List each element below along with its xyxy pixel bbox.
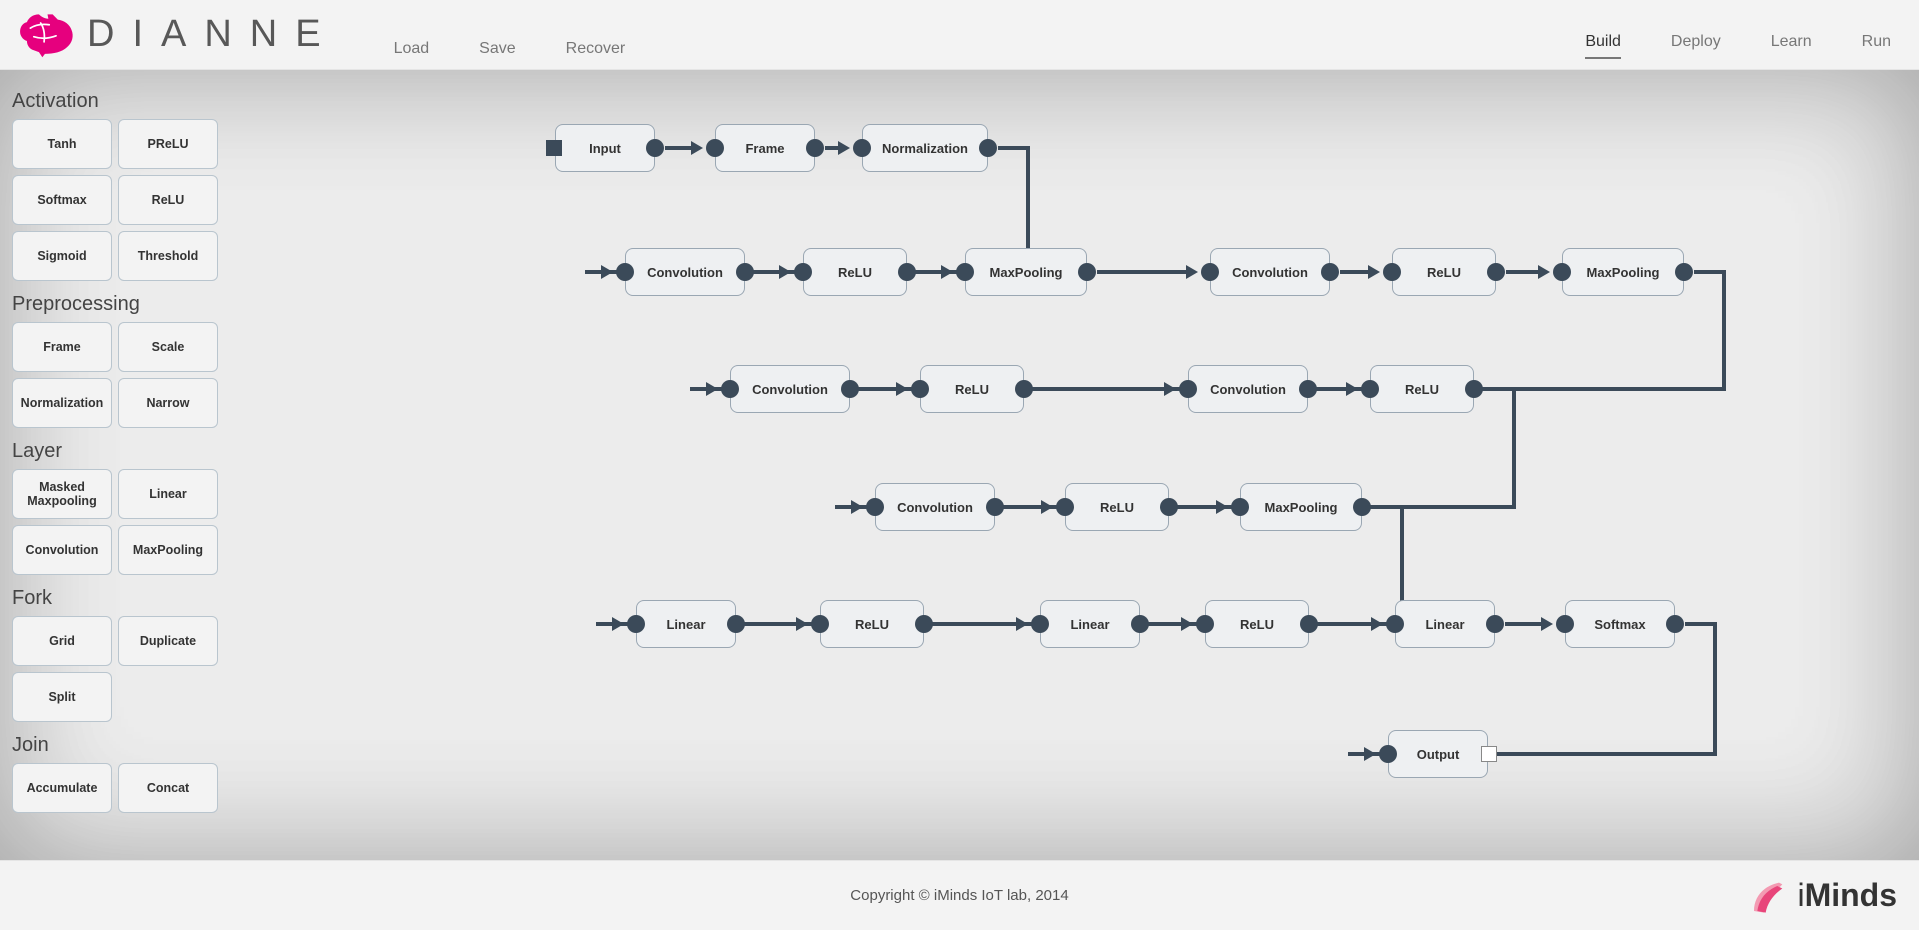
- node-l3[interactable]: Linear: [1395, 600, 1495, 648]
- port-in[interactable]: [866, 498, 884, 516]
- port-in[interactable]: [627, 615, 645, 633]
- app-header: DIANNE Load Save Recover Build Deploy Le…: [0, 0, 1919, 70]
- port-in[interactable]: [1553, 263, 1571, 281]
- node-input[interactable]: Input: [555, 124, 655, 172]
- footer: Copyright © iMinds IoT lab, 2014 iMinds: [0, 860, 1919, 930]
- menu-recover[interactable]: Recover: [566, 40, 626, 58]
- port-in[interactable]: [1056, 498, 1074, 516]
- port-out[interactable]: [1481, 746, 1497, 762]
- port-out[interactable]: [1353, 498, 1371, 516]
- node-r4[interactable]: ReLU: [1370, 365, 1474, 413]
- node-c2[interactable]: Convolution: [1210, 248, 1330, 296]
- port-in[interactable]: [1201, 263, 1219, 281]
- menu-left: Load Save Recover: [394, 40, 626, 58]
- menu-right: Build Deploy Learn Run: [1585, 33, 1891, 59]
- menu-run[interactable]: Run: [1862, 33, 1891, 59]
- iminds-minds: Minds: [1805, 877, 1897, 913]
- app-logo: DIANNE: [20, 11, 339, 59]
- menu-load[interactable]: Load: [394, 40, 430, 58]
- node-r1[interactable]: ReLU: [803, 248, 907, 296]
- brain-icon: [20, 11, 75, 59]
- port-in[interactable]: [1386, 615, 1404, 633]
- port-out[interactable]: [1015, 380, 1033, 398]
- node-sm[interactable]: Softmax: [1565, 600, 1675, 648]
- node-l1[interactable]: Linear: [636, 600, 736, 648]
- port-out[interactable]: [1078, 263, 1096, 281]
- port-out[interactable]: [736, 263, 754, 281]
- copyright: Copyright © iMinds IoT lab, 2014: [850, 887, 1068, 904]
- node-r5[interactable]: ReLU: [1065, 483, 1169, 531]
- node-c1[interactable]: Convolution: [625, 248, 745, 296]
- port-out[interactable]: [1131, 615, 1149, 633]
- port-in[interactable]: [811, 615, 829, 633]
- menu-build[interactable]: Build: [1585, 33, 1621, 59]
- port-out[interactable]: [1299, 380, 1317, 398]
- port-in[interactable]: [1179, 380, 1197, 398]
- port-out[interactable]: [1160, 498, 1178, 516]
- port-in[interactable]: [1383, 263, 1401, 281]
- port-out[interactable]: [646, 139, 664, 157]
- node-c3[interactable]: Convolution: [730, 365, 850, 413]
- port-out[interactable]: [1675, 263, 1693, 281]
- node-r3[interactable]: ReLU: [920, 365, 1024, 413]
- node-m3[interactable]: MaxPooling: [1240, 483, 1362, 531]
- node-norm[interactable]: Normalization: [862, 124, 988, 172]
- menu-save[interactable]: Save: [479, 40, 515, 58]
- port-in[interactable]: [616, 263, 634, 281]
- port-in[interactable]: [794, 263, 812, 281]
- port-in[interactable]: [1556, 615, 1574, 633]
- port-out[interactable]: [979, 139, 997, 157]
- port-out[interactable]: [1465, 380, 1483, 398]
- port-in[interactable]: [911, 380, 929, 398]
- node-l2[interactable]: Linear: [1040, 600, 1140, 648]
- workspace[interactable]: ActivationTanhPReLUSoftmaxReLUSigmoidThr…: [0, 70, 1919, 860]
- port-out[interactable]: [898, 263, 916, 281]
- wires-layer: [0, 70, 1919, 860]
- graph-canvas[interactable]: Input Frame Normalization Convolution ReLU Ma…: [0, 70, 1919, 860]
- port-out[interactable]: [1321, 263, 1339, 281]
- footer-brand: iMinds: [1749, 876, 1897, 916]
- port-in[interactable]: [1196, 615, 1214, 633]
- port-in[interactable]: [1231, 498, 1249, 516]
- node-r6[interactable]: ReLU: [820, 600, 924, 648]
- port-in[interactable]: [1031, 615, 1049, 633]
- node-out[interactable]: Output: [1388, 730, 1488, 778]
- node-m1[interactable]: MaxPooling: [965, 248, 1087, 296]
- node-frame[interactable]: Frame: [715, 124, 815, 172]
- port-in[interactable]: [1361, 380, 1379, 398]
- port-in[interactable]: [853, 139, 871, 157]
- node-r7[interactable]: ReLU: [1205, 600, 1309, 648]
- node-m2[interactable]: MaxPooling: [1562, 248, 1684, 296]
- node-r2[interactable]: ReLU: [1392, 248, 1496, 296]
- iminds-icon: [1749, 876, 1789, 916]
- port-out[interactable]: [806, 139, 824, 157]
- port-out[interactable]: [1486, 615, 1504, 633]
- port-out[interactable]: [986, 498, 1004, 516]
- port-out[interactable]: [841, 380, 859, 398]
- port-in[interactable]: [721, 380, 739, 398]
- port-in[interactable]: [546, 140, 562, 156]
- app-wordmark: DIANNE: [87, 13, 339, 56]
- iminds-i: i: [1797, 877, 1804, 913]
- menu-learn[interactable]: Learn: [1771, 33, 1812, 59]
- port-out[interactable]: [915, 615, 933, 633]
- port-out[interactable]: [1666, 615, 1684, 633]
- port-in[interactable]: [1379, 745, 1397, 763]
- port-out[interactable]: [1487, 263, 1505, 281]
- node-c4[interactable]: Convolution: [1188, 365, 1308, 413]
- port-in[interactable]: [956, 263, 974, 281]
- port-out[interactable]: [727, 615, 745, 633]
- menu-deploy[interactable]: Deploy: [1671, 33, 1721, 59]
- port-in[interactable]: [706, 139, 724, 157]
- node-c5[interactable]: Convolution: [875, 483, 995, 531]
- port-out[interactable]: [1300, 615, 1318, 633]
